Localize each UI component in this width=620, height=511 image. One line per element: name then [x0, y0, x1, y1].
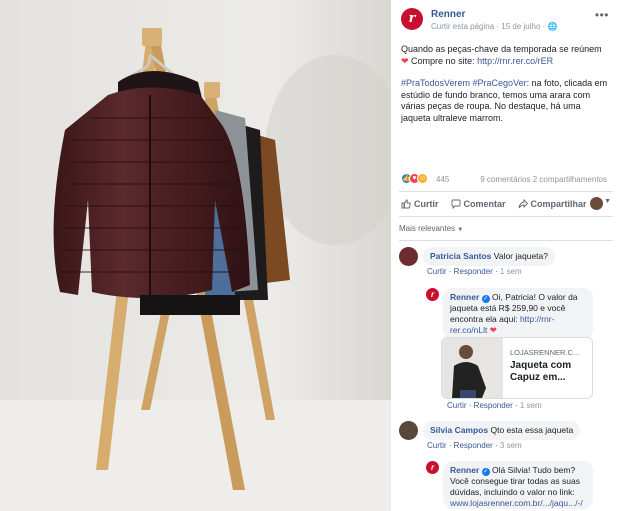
link-preview-card[interactable]: LOJASRENNER.C... Jaqueta com Capuz em... [441, 337, 593, 399]
verified-badge-icon: ✓ [481, 295, 490, 303]
post-photo[interactable] [0, 0, 391, 511]
comment-reply-link[interactable]: Responder [454, 267, 493, 276]
comment-bubble: Renner ✓ Olá Silvia! Tudo bem? Você cons… [443, 461, 593, 509]
share-icon [518, 199, 528, 209]
comment-share-counts: 9 comentários 2 compartilhamentos [480, 175, 607, 184]
chevron-down-icon: ▼ [457, 227, 464, 233]
comment-time[interactable]: 1 sem [500, 267, 522, 276]
reaction-count[interactable]: 445 [436, 175, 449, 184]
post-link[interactable]: http://rnr.rer.co/rER [477, 56, 553, 66]
post-meta: Curtir esta página · 15 de julho · 🌐 [431, 22, 558, 31]
comment-author[interactable]: Patricia Santos [430, 251, 491, 261]
comment-time[interactable]: 1 sem [520, 401, 542, 410]
heart-emoji-icon: ❤ [489, 325, 497, 335]
man-in-jacket-image [442, 338, 503, 398]
comment-text: Valor jaqueta? [493, 251, 548, 261]
sort-label: Mais relevantes [399, 224, 456, 233]
comment-text: Qto esta essa jaqueta [490, 425, 574, 435]
comment-bubble: Silvia Campos Qto esta essa jaqueta [423, 421, 581, 440]
post-text-line2: Compre no site: [408, 55, 478, 66]
comment-label: Comentar [463, 199, 506, 209]
comment-bubble: Patricia Santos Valor jaqueta? [423, 247, 555, 266]
comment-bubble: Renner ✓ Oi, Patricia! O valor da jaquet… [443, 288, 593, 340]
link-preview-image [442, 338, 503, 398]
renner-avatar[interactable]: r [426, 461, 439, 474]
post-meta-text: Curtir esta página · 15 de julho · [431, 22, 546, 31]
verified-badge-icon: ✓ [481, 468, 490, 476]
jacket-on-rack-image [0, 0, 391, 511]
post-paragraph-2: #PraTodosVerem #PraCegoVer: na foto, cli… [401, 78, 611, 124]
commenter-avatar[interactable] [399, 247, 418, 266]
chevron-down-icon[interactable]: ▼ [604, 198, 611, 205]
comment-reply-link[interactable]: Responder [474, 401, 513, 410]
link-preview-domain: LOJASRENNER.C... [510, 348, 580, 357]
post-text: Quando as peças-chave da temporada se re… [401, 44, 611, 135]
comment-like-link[interactable]: Curtir [427, 267, 447, 276]
haha-reaction-icon: ☺ [417, 173, 428, 184]
renner-avatar[interactable]: r [426, 288, 439, 301]
like-label: Curtir [414, 199, 439, 209]
commenter-avatar[interactable] [399, 421, 418, 440]
post-paragraph-1: Quando as peças-chave da temporada se re… [401, 44, 611, 67]
comment-count[interactable]: 9 comentários [480, 175, 530, 184]
post-hashtags[interactable]: #PraTodosVerem #PraCegoVer [401, 78, 527, 88]
divider [399, 240, 613, 241]
comment-like-link[interactable]: Curtir [427, 441, 447, 450]
comment-author[interactable]: Silvia Campos [430, 425, 488, 435]
renner-avatar[interactable]: r [401, 8, 423, 30]
comment-time[interactable]: 3 sem [500, 441, 522, 450]
share-label: Compartilhar [530, 199, 587, 209]
post-header: r Renner Curtir esta página · 15 de julh… [401, 8, 613, 36]
comment-actions: Curtir · Responder · 1 sem [447, 401, 542, 410]
post-text-line1: Quando as peças-chave da temporada se re… [401, 44, 602, 54]
like-button[interactable]: Curtir [401, 199, 439, 209]
link-preview-title: Jaqueta com Capuz em... [510, 360, 572, 383]
globe-icon: 🌐 [547, 22, 558, 31]
divider [399, 191, 613, 192]
more-options-icon[interactable]: ••• [595, 8, 609, 22]
comment-actions: Curtir · Responder · 3 sem [427, 441, 522, 450]
heart-emoji-icon: ❤ [401, 55, 409, 66]
reaction-icons[interactable]: 👍 ♥ ☺ [401, 173, 428, 184]
comment-icon [451, 199, 460, 209]
comment-author[interactable]: Renner [450, 292, 479, 302]
thumbs-up-icon [401, 199, 411, 209]
post-actions: Curtir Comentar Compartilhar ▼ [401, 196, 615, 212]
comment-link[interactable]: www.lojasrenner.com.br/.../jaqu.../-/ [450, 498, 583, 508]
share-button[interactable]: Compartilhar [518, 199, 587, 209]
comment-button[interactable]: Comentar [451, 199, 506, 209]
comment-sort-dropdown[interactable]: Mais relevantes ▼ [399, 224, 463, 233]
share-count[interactable]: 2 compartilhamentos [533, 175, 607, 184]
comment-like-link[interactable]: Curtir [447, 401, 467, 410]
reactions-bar: 👍 ♥ ☺ 445 9 comentários 2 compartilhamen… [401, 173, 613, 187]
comment-actions: Curtir · Responder · 1 sem [427, 267, 522, 276]
comment-author[interactable]: Renner [450, 465, 479, 475]
comment-reply-link[interactable]: Responder [454, 441, 493, 450]
divider [399, 216, 613, 217]
viewer-avatar[interactable] [590, 197, 603, 210]
page-name[interactable]: Renner [431, 9, 465, 20]
